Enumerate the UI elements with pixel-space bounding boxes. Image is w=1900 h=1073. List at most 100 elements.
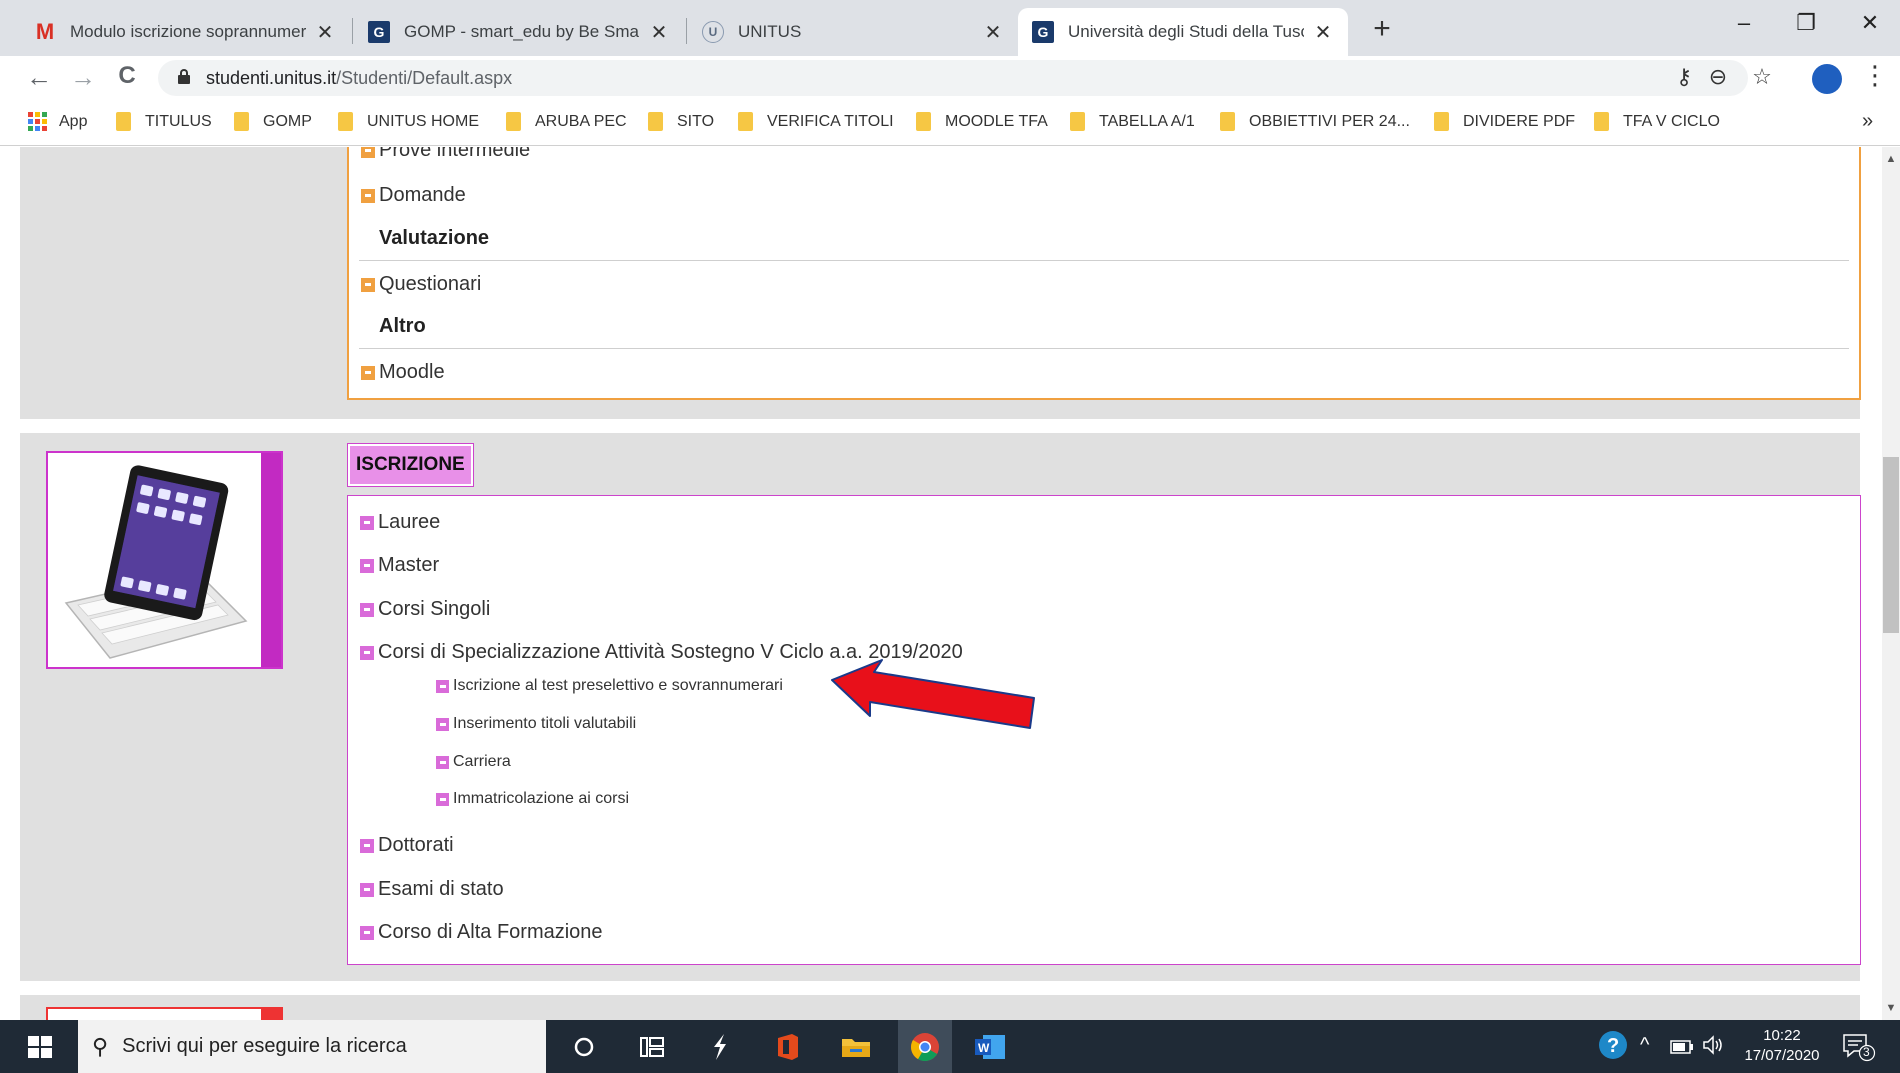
arrow-bullet-icon [361,365,375,380]
menu-item-label: Dottorati [378,834,454,856]
bookmark-tfa-v-ciclo[interactable]: TFA V CICLO [1594,112,1720,131]
bookmark-label: TITULUS [145,112,212,130]
arrow-bullet-icon [436,755,449,769]
restore-button[interactable]: ❐ [1786,10,1826,36]
forward-button[interactable]: → [66,62,100,93]
app-s-icon[interactable] [700,1030,740,1064]
scroll-down-icon[interactable]: ▼ [1882,1002,1900,1014]
submenu-item-iscrizione-test[interactable]: Iscrizione al test preselettivo e sovran… [436,677,783,695]
close-icon[interactable]: ✕ [314,20,336,45]
chrome-icon[interactable] [898,1020,952,1073]
word-icon[interactable]: W [970,1030,1010,1064]
taskbar-search-box[interactable]: ⚲ Scrivi qui per eseguire la ricerca [78,1020,546,1073]
tab-gmail[interactable]: M Modulo iscrizione soprannumerari ✕ [20,8,350,56]
page-viewport: Prove intermedie Domande Valutazione Que… [0,147,1882,1020]
chevron-up-icon[interactable]: ^ [1640,1034,1649,1057]
accent-stripe [261,1009,281,1020]
windows-start-icon[interactable] [28,1036,52,1058]
minimize-button[interactable]: – [1724,10,1764,36]
arrow-bullet-icon [436,792,449,806]
reload-button[interactable]: C [110,62,144,90]
bookmark-sito[interactable]: SITO [648,112,714,131]
tab-title: Università degli Studi della Tuscia [1068,22,1304,41]
bookmark-gomp[interactable]: GOMP [234,112,312,131]
folder-icon [116,112,131,131]
office-icon[interactable] [768,1030,808,1064]
close-icon[interactable]: ✕ [982,20,1004,45]
next-section [20,995,1860,1020]
bookmark-aruba-pec[interactable]: ARUBA PEC [506,112,627,131]
menu-item-questionari[interactable]: Questionari [361,273,481,296]
bookmark-label: DIVIDERE PDF [1463,112,1576,130]
submenu-item-carriera[interactable]: Carriera [436,753,511,771]
menu-item-master[interactable]: Master [360,554,439,577]
divider [359,348,1849,349]
tab-unitus-studenti[interactable]: G Università degli Studi della Tuscia ✕ [1018,8,1348,56]
tab-gomp[interactable]: G GOMP - smart_edu by Be Smart - Gestion… [354,8,684,56]
bookmark-tabella[interactable]: TABELLA A/1 [1070,112,1195,131]
arrow-bullet-icon [360,602,374,617]
menu-item-label: Moodle [379,361,445,383]
search-placeholder: Scrivi qui per eseguire la ricerca [122,1035,407,1057]
bookmark-apps[interactable]: App [28,112,87,131]
key-icon[interactable]: ⚷ [1670,64,1698,90]
menu-item-corso-alta-formazione[interactable]: Corso di Alta Formazione [360,921,603,944]
notifications-icon[interactable]: 3 [1842,1032,1876,1068]
submenu-item-immatricolazione[interactable]: Immatricolazione ai corsi [436,790,629,808]
back-button[interactable]: ← [22,62,56,93]
new-tab-button[interactable]: + [1364,12,1400,46]
folder-icon [738,112,753,131]
address-bar[interactable]: studenti.unitus.it/Studenti/Default.aspx… [158,60,1772,96]
menu-item-label: Master [378,554,440,576]
arrow-bullet-icon [436,717,449,731]
bookmark-label: SITO [677,112,715,130]
unitus-icon: G [1032,21,1054,43]
zoom-icon[interactable]: ⊖ [1704,64,1732,90]
bookmark-dividere-pdf[interactable]: DIVIDERE PDF [1434,112,1575,131]
bookmark-moodle-tfa[interactable]: MOODLE TFA [916,112,1048,131]
profile-avatar[interactable] [1812,64,1842,94]
scroll-up-icon[interactable]: ▲ [1882,153,1900,165]
bookmarks-overflow-icon[interactable]: » [1862,110,1873,133]
help-icon[interactable]: ? [1598,1030,1628,1066]
menu-item-label: Corsi Singoli [378,598,491,620]
menu-item-moodle[interactable]: Moodle [361,361,445,384]
submenu-item-inserimento-titoli[interactable]: Inserimento titoli valutabili [436,715,636,733]
accent-stripe [261,453,281,667]
url-text[interactable]: studenti.unitus.it/Studenti/Default.aspx [206,68,512,89]
window-close-button[interactable]: ✕ [1850,10,1890,36]
taskbar-clock[interactable]: 10:22 17/07/2020 [1736,1026,1828,1066]
red-arrow-annotation [831,659,1035,729]
bookmark-titulus[interactable]: TITULUS [116,112,212,131]
close-icon[interactable]: ✕ [648,20,670,45]
battery-icon[interactable] [1670,1037,1694,1060]
close-icon[interactable]: ✕ [1312,20,1334,45]
bookmark-verifica-titoli[interactable]: VERIFICA TITOLI [738,112,894,131]
cortana-icon[interactable] [564,1030,604,1064]
didattica-section: Prove intermedie Domande Valutazione Que… [20,147,1861,419]
folder-icon [1594,112,1609,131]
tablet-keyboard-illustration [64,465,248,659]
menu-item-domande[interactable]: Domande [361,184,466,207]
menu-item-dottorati[interactable]: Dottorati [360,834,454,857]
apps-grid-icon [28,112,47,131]
menu-item-prove-intermedie[interactable]: Prove intermedie [361,147,530,162]
menu-item-lauree[interactable]: Lauree [360,511,440,534]
bookmark-unitus-home[interactable]: UNITUS HOME [338,112,479,131]
volume-icon[interactable] [1702,1035,1726,1061]
bookmark-star-icon[interactable]: ☆ [1748,64,1776,90]
gomp-icon: G [368,21,390,43]
clock-time: 10:22 [1763,1027,1801,1044]
browser-menu-icon[interactable]: ⋮ [1862,60,1888,91]
iscrizione-image [46,451,283,669]
arrow-bullet-icon [436,679,449,693]
notifications-count: 3 [1863,1045,1870,1059]
vertical-scrollbar[interactable]: ▲ ▼ [1882,147,1900,1020]
bookmark-obbiettivi[interactable]: OBBIETTIVI PER 24... [1220,112,1410,131]
file-explorer-icon[interactable] [836,1030,876,1064]
tab-unitus[interactable]: U UNITUS ✕ [688,8,1018,56]
task-view-icon[interactable] [632,1030,672,1064]
menu-item-corsi-singoli[interactable]: Corsi Singoli [360,598,490,621]
menu-item-esami-di-stato[interactable]: Esami di stato [360,878,504,901]
scroll-thumb[interactable] [1883,457,1899,633]
